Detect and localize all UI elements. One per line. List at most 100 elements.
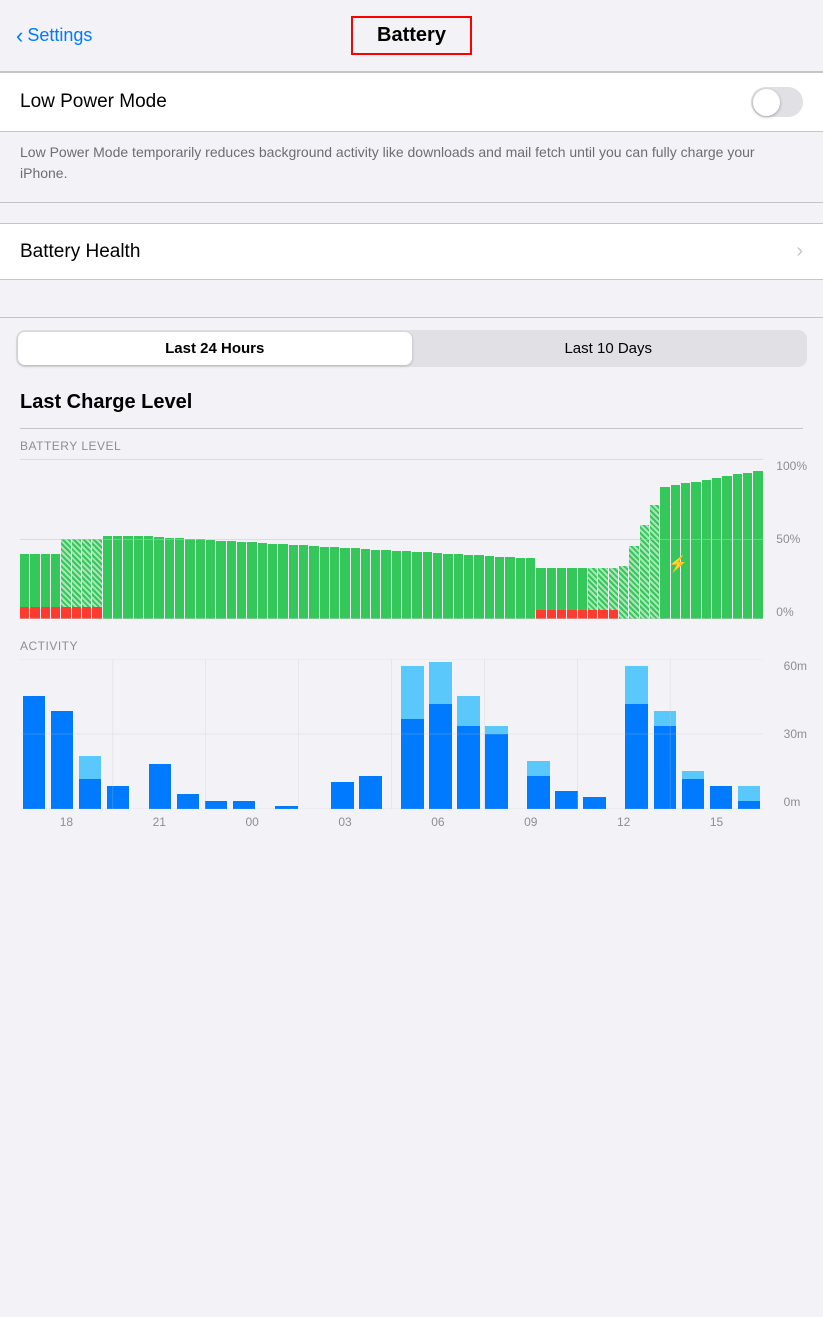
battery-bar-70 <box>743 459 752 619</box>
battery-bar-9 <box>113 459 122 619</box>
battery-bar-40 <box>433 459 442 619</box>
battery-bar-1 <box>30 459 39 619</box>
low-power-description: Low Power Mode temporarily reduces backg… <box>20 144 755 181</box>
battery-bar-55 <box>588 459 597 619</box>
segment-10d[interactable]: Last 10 Days <box>412 332 806 365</box>
battery-bar-71 <box>753 459 762 619</box>
activity-label: ACTIVITY <box>20 639 803 653</box>
x-label-12: 12 <box>577 815 670 829</box>
battery-bar-10 <box>123 459 132 619</box>
battery-bar-33 <box>361 459 370 619</box>
battery-bar-57 <box>609 459 618 619</box>
battery-bar-15 <box>175 459 184 619</box>
charts-container: BATTERY LEVEL 100% 50% 0% ⚡ ACTIVITY <box>0 429 823 869</box>
battery-bar-43 <box>464 459 473 619</box>
low-power-section: Low Power Mode <box>0 72 823 132</box>
battery-bar-65 <box>691 459 700 619</box>
battery-bar-23 <box>258 459 267 619</box>
battery-bar-49 <box>526 459 535 619</box>
battery-bar-5 <box>72 459 81 619</box>
time-segment-container: Last 24 Hours Last 10 Days <box>0 318 823 379</box>
battery-bar-21 <box>237 459 246 619</box>
battery-bar-37 <box>402 459 411 619</box>
x-label-03: 03 <box>299 815 392 829</box>
battery-level-chart: 100% 50% 0% ⚡ <box>20 459 803 619</box>
battery-bar-45 <box>485 459 494 619</box>
battery-bar-16 <box>185 459 194 619</box>
battery-bar-56 <box>598 459 607 619</box>
battery-bar-2 <box>41 459 50 619</box>
battery-bar-53 <box>567 459 576 619</box>
battery-bar-51 <box>547 459 556 619</box>
activity-y-30: 30m <box>784 727 807 741</box>
battery-bars <box>20 459 763 619</box>
battery-bar-30 <box>330 459 339 619</box>
battery-bar-12 <box>144 459 153 619</box>
battery-bar-20 <box>227 459 236 619</box>
battery-y-50: 50% <box>776 532 807 546</box>
battery-bar-14 <box>165 459 174 619</box>
time-segment-control: Last 24 Hours Last 10 Days <box>16 330 807 367</box>
battery-bar-38 <box>412 459 421 619</box>
activity-x-labels: 18 21 00 03 06 09 12 15 <box>20 815 763 829</box>
toggle-knob <box>753 89 780 116</box>
battery-bar-19 <box>216 459 225 619</box>
low-power-toggle[interactable] <box>751 87 803 117</box>
battery-bar-64 <box>681 459 690 619</box>
battery-bar-60 <box>640 459 649 619</box>
low-power-row: Low Power Mode <box>0 73 823 131</box>
activity-y-0: 0m <box>784 795 807 809</box>
x-label-06: 06 <box>392 815 485 829</box>
battery-bar-62 <box>660 459 669 619</box>
battery-bar-52 <box>557 459 566 619</box>
x-label-00: 00 <box>206 815 299 829</box>
battery-bar-58 <box>619 459 628 619</box>
activity-y-labels: 60m 30m 0m <box>784 659 807 809</box>
battery-bar-50 <box>536 459 545 619</box>
battery-bar-47 <box>505 459 514 619</box>
lightning-icon: ⚡ <box>668 554 688 574</box>
battery-bar-31 <box>340 459 349 619</box>
battery-bar-4 <box>61 459 70 619</box>
x-label-15: 15 <box>670 815 763 829</box>
segment-24h[interactable]: Last 24 Hours <box>18 332 412 365</box>
battery-bar-63 <box>671 459 680 619</box>
battery-health-chevron-icon: › <box>796 240 803 263</box>
battery-y-100: 100% <box>776 459 807 473</box>
battery-bar-24 <box>268 459 277 619</box>
battery-bar-7 <box>92 459 101 619</box>
battery-bar-54 <box>578 459 587 619</box>
battery-bar-68 <box>722 459 731 619</box>
battery-bar-36 <box>392 459 401 619</box>
x-label-09: 09 <box>484 815 577 829</box>
header-title-box: Battery <box>351 16 472 55</box>
battery-health-row[interactable]: Battery Health › <box>0 224 823 279</box>
battery-level-chart-wrapper: BATTERY LEVEL 100% 50% 0% ⚡ <box>20 439 803 619</box>
back-chevron-icon: ‹ <box>16 23 23 49</box>
activity-chart-wrapper: ACTIVITY <box>20 639 803 839</box>
battery-bar-34 <box>371 459 380 619</box>
battery-bar-26 <box>289 459 298 619</box>
battery-health-section: Battery Health › <box>0 223 823 280</box>
battery-bar-44 <box>474 459 483 619</box>
battery-bar-22 <box>247 459 256 619</box>
activity-y-60: 60m <box>784 659 807 673</box>
x-label-21: 21 <box>113 815 206 829</box>
battery-bar-6 <box>82 459 91 619</box>
activity-chart: 60m 30m 0m 18 21 00 03 06 09 12 15 <box>20 659 803 839</box>
battery-bar-59 <box>629 459 638 619</box>
battery-bar-61 <box>650 459 659 619</box>
battery-bar-42 <box>454 459 463 619</box>
battery-bar-18 <box>206 459 215 619</box>
battery-y-labels: 100% 50% 0% <box>776 459 807 619</box>
last-charge-title: Last Charge Level <box>20 391 192 413</box>
battery-bar-0 <box>20 459 29 619</box>
battery-bar-32 <box>351 459 360 619</box>
battery-bar-8 <box>103 459 112 619</box>
battery-bar-13 <box>154 459 163 619</box>
battery-bar-29 <box>320 459 329 619</box>
battery-bar-35 <box>381 459 390 619</box>
back-button[interactable]: ‹ Settings <box>16 23 92 49</box>
battery-bar-25 <box>278 459 287 619</box>
activity-grid <box>20 659 763 809</box>
